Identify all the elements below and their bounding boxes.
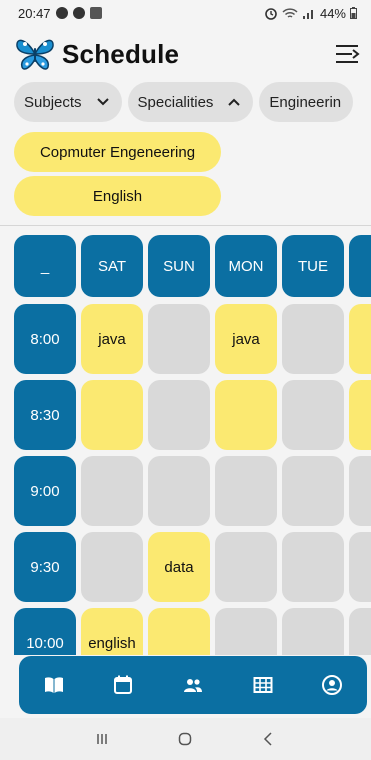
app-header: Schedule (0, 30, 371, 78)
app-screen: 20:47 44% Schedule Subjects Specialities… (0, 0, 371, 760)
nav-subjects-button[interactable] (34, 665, 74, 705)
schedule-cell[interactable] (148, 608, 210, 655)
cell-label: english (88, 634, 136, 652)
schedule-cell[interactable] (215, 608, 277, 655)
chip-label: Engineerin (269, 93, 342, 111)
schedule-cell[interactable] (349, 532, 371, 602)
engineering-filter-chip[interactable]: Engineerin (259, 82, 354, 122)
chevron-down-icon (96, 98, 109, 106)
nav-people-button[interactable] (173, 665, 213, 705)
schedule-cell[interactable]: english (81, 608, 143, 655)
cell-label: _ (40, 257, 50, 275)
battery-icon (350, 7, 357, 19)
book-icon (44, 677, 63, 693)
schedule-cell[interactable] (215, 532, 277, 602)
wifi-icon (282, 7, 298, 18)
calendar-icon (114, 675, 133, 694)
cell-label: SAT (97, 257, 127, 275)
day-header: TUE (282, 235, 344, 297)
schedule-cell[interactable] (148, 304, 210, 374)
schedule-cell[interactable] (282, 380, 344, 450)
cell-label: java (98, 330, 126, 348)
butterfly-logo-icon (16, 39, 54, 70)
divider (0, 225, 371, 226)
schedule-cell[interactable] (282, 304, 344, 374)
time-label: 10:00 (14, 608, 76, 655)
cell-label: TUE (298, 257, 328, 275)
cell-label: 9:30 (30, 558, 60, 576)
chip-label: Specialities (137, 93, 214, 111)
schedule-cell[interactable] (282, 456, 344, 526)
schedule-cell[interactable] (81, 532, 143, 602)
schedule-cell[interactable] (81, 380, 143, 450)
bottom-navigation (19, 656, 367, 714)
status-time: 20:47 (18, 5, 51, 21)
schedule-cell[interactable] (349, 456, 371, 526)
cell-label: 8:30 (30, 406, 60, 424)
filter-chips: Subjects Specialities Engineerin (0, 82, 371, 122)
schedule-cell[interactable] (81, 456, 143, 526)
schedule-cell[interactable] (349, 380, 371, 450)
cell-label: 9:00 (30, 482, 60, 500)
status-bar: 20:47 44% (0, 0, 371, 26)
schedule-cell[interactable]: java (215, 304, 277, 374)
account-icon (322, 675, 343, 695)
pill-label: Copmuter Engeneering (39, 143, 196, 161)
schedule-cell[interactable] (148, 456, 210, 526)
nav-calendar-button[interactable] (103, 665, 143, 705)
schedule-cell[interactable] (282, 532, 344, 602)
selected-speciality-pill[interactable]: Copmuter Engeneering (14, 132, 221, 172)
recent-apps-icon[interactable] (94, 731, 110, 747)
cell-label: MON (228, 257, 264, 275)
chip-label: Subjects (24, 93, 82, 111)
system-navigation-bar (0, 718, 371, 760)
pill-label: English (92, 187, 143, 205)
notification-icon (55, 7, 68, 19)
cell-label: 8:00 (30, 330, 60, 348)
status-left: 20:47 (18, 6, 102, 21)
day-header: SUN (148, 235, 210, 297)
image-icon (89, 7, 102, 19)
time-label: 8:30 (14, 380, 76, 450)
schedule-cell[interactable] (148, 380, 210, 450)
nav-schedule-button[interactable] (243, 665, 283, 705)
corner-cell: _ (14, 235, 76, 297)
time-label: 9:00 (14, 456, 76, 526)
subjects-filter-chip[interactable]: Subjects (14, 82, 122, 122)
nav-account-button[interactable] (312, 665, 352, 705)
page-title: Schedule (62, 38, 180, 69)
signal-icon (302, 9, 313, 19)
schedule-cell[interactable] (282, 608, 344, 655)
schedule-cell[interactable] (349, 608, 371, 655)
specialities-filter-chip[interactable]: Specialities (127, 82, 254, 122)
schedule-cell[interactable] (215, 380, 277, 450)
schedule-grid: _ SAT SUN MON TUE W 8:00 java java j 8:30 9:00 9:30 d… (14, 235, 371, 655)
menu-open-icon[interactable] (333, 40, 361, 68)
time-label: 9:30 (14, 532, 76, 602)
selected-speciality-pill[interactable]: English (14, 176, 221, 216)
back-icon[interactable] (261, 731, 277, 747)
table-icon (253, 677, 273, 693)
time-label: 8:00 (14, 304, 76, 374)
people-icon (183, 679, 202, 692)
day-header: MON (215, 235, 277, 297)
battery-level: 44% (319, 5, 346, 21)
day-header: SAT (81, 235, 143, 297)
chevron-up-icon (228, 98, 241, 106)
schedule-cell[interactable]: j (349, 304, 371, 374)
notification-icon (72, 7, 85, 19)
schedule-cell[interactable] (215, 456, 277, 526)
cell-label: 10:00 (26, 634, 64, 652)
cell-label: data (164, 558, 194, 576)
schedule-cell[interactable]: java (81, 304, 143, 374)
status-right: 44% (264, 6, 357, 21)
cell-label: java (232, 330, 260, 348)
day-header: W (349, 235, 371, 297)
cell-label: SUN (163, 257, 195, 275)
schedule-cell[interactable]: data (148, 532, 210, 602)
home-icon[interactable] (177, 731, 193, 747)
alarm-icon (265, 7, 277, 20)
